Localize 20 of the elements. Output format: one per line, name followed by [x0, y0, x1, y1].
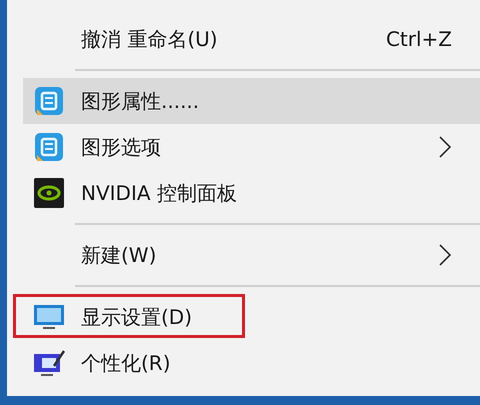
menu-item-label: 个性化(R) — [80, 350, 172, 376]
menu-item[interactable]: 撤消 重命名(U) Ctrl+Z — [23, 16, 480, 62]
menu-item-label: NVIDIA 控制面板 — [80, 180, 238, 206]
monitor-icon — [32, 302, 66, 332]
menu-item-label: 新建(W) — [80, 242, 158, 268]
eye-logo-icon — [33, 177, 65, 209]
menu-item-label: 显示设置(D) — [80, 304, 194, 330]
menu-item-label: 撤消 重命名(U) — [80, 26, 219, 52]
menu-item-label: 图形属性...... — [80, 88, 200, 114]
monitor-brush-icon — [32, 348, 66, 378]
shortcut-text: Ctrl+Z — [386, 27, 452, 51]
menu-item[interactable]: 新建(W) — [23, 232, 480, 278]
menu-item[interactable]: 图形属性...... — [23, 78, 480, 124]
graphics-icon — [33, 131, 65, 163]
menu-item[interactable]: 图形选项 — [23, 124, 480, 170]
graphics-icon — [33, 85, 65, 117]
menu-item-label: 图形选项 — [80, 134, 162, 160]
menu-item[interactable]: 个性化(R) — [23, 340, 480, 386]
menu-item[interactable]: 显示设置(D) — [23, 294, 480, 340]
menu-item[interactable]: NVIDIA 控制面板 — [23, 170, 480, 216]
